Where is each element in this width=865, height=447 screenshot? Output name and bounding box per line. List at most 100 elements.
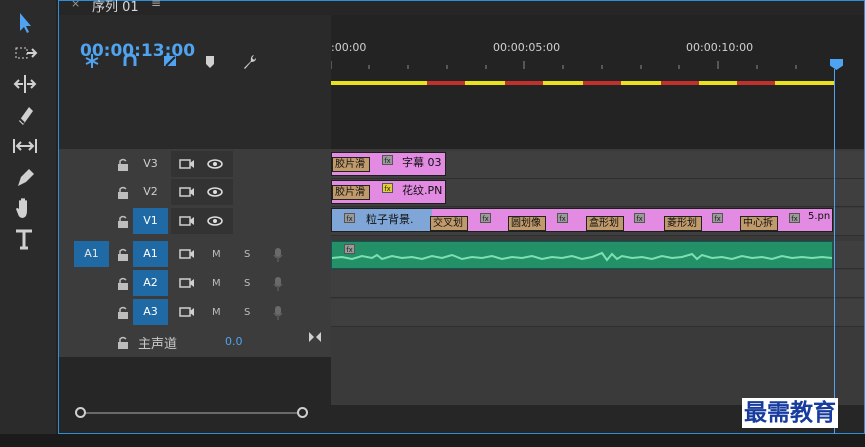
ruler-label: 00:00:05:00 [493, 41, 561, 54]
track-headers: V3 V2 V1 A1 A1 M S A2 M S A3 M S 主声道 0.0 [59, 149, 331, 357]
eye-icon[interactable] [207, 187, 223, 197]
mute-button[interactable]: M [212, 307, 221, 318]
track-header-v3: V3 [59, 151, 331, 179]
solo-button[interactable]: S [244, 278, 250, 289]
clip-v1[interactable]: fx 粒子背景. 交叉划 fx 圆划像 fx 盒形划 fx 菱形划 fx 中心拆… [331, 208, 833, 232]
ripple-edit-tool-icon[interactable] [10, 71, 40, 97]
scrollbar-left-handle[interactable] [75, 407, 86, 418]
lock-icon[interactable] [117, 305, 131, 321]
fx-badge: fx [712, 213, 723, 223]
tab-close-icon[interactable]: × [71, 0, 80, 10]
lock-icon[interactable] [117, 276, 131, 292]
tab-menu-icon[interactable]: ≡ [151, 0, 161, 10]
snap-icon[interactable] [84, 53, 100, 69]
playhead-line [834, 69, 835, 435]
wrench-icon[interactable] [240, 53, 258, 71]
track-header-a1: A1 A1 M S [59, 241, 331, 269]
linked-selection-icon[interactable] [122, 53, 138, 69]
audio-waveform [332, 251, 832, 262]
track-label[interactable]: A3 [133, 299, 168, 325]
transition[interactable]: 圆划像 [508, 216, 546, 231]
clip-name: 字幕 03 [402, 156, 442, 169]
transition[interactable]: 菱形划 [664, 216, 702, 231]
transition[interactable]: 中心拆 [740, 216, 778, 231]
lock-icon[interactable] [117, 335, 131, 351]
lock-icon[interactable] [117, 157, 131, 173]
lock-icon[interactable] [117, 185, 131, 201]
ruler-ticks [331, 61, 797, 69]
marker-icon[interactable] [204, 55, 216, 69]
render-bar [331, 70, 834, 85]
ruler-label: :00:00 [331, 41, 367, 54]
clip-name: 5.pn [808, 211, 831, 222]
microphone-icon[interactable] [273, 305, 283, 321]
solo-button[interactable]: S [244, 307, 250, 318]
lock-icon[interactable] [117, 247, 131, 263]
track-header-a3: A3 M S [59, 299, 331, 327]
sync-lock-icon[interactable] [179, 186, 195, 198]
clip-a1[interactable]: fx [331, 241, 833, 269]
track-controls [171, 151, 233, 177]
go-to-out-icon[interactable] [308, 331, 322, 343]
transition[interactable]: 交叉划 [430, 216, 468, 231]
bottom-bar [0, 434, 865, 447]
track-a3[interactable] [331, 299, 864, 327]
microphone-icon[interactable] [273, 247, 283, 263]
fx-badge: fx [480, 213, 491, 223]
sync-lock-icon[interactable] [179, 158, 195, 170]
master-track-label: 主声道 [138, 337, 178, 352]
source-patch-a1[interactable]: A1 [74, 241, 109, 267]
fx-badge: fx [344, 213, 355, 223]
track-area[interactable]: 胶片滑 fx 字幕 03 胶片滑 fx 花纹.PN fx 粒子背景. 交叉划 f… [331, 149, 864, 419]
fx-badge: fx [382, 155, 393, 165]
transition[interactable]: 胶片滑 [332, 157, 370, 172]
lock-icon[interactable] [117, 214, 131, 230]
sync-lock-icon[interactable] [179, 277, 195, 289]
track-label[interactable]: V1 [133, 208, 168, 234]
sync-lock-icon[interactable] [179, 248, 195, 260]
master-volume-value[interactable]: 0.0 [225, 335, 243, 348]
timeline-panel: × 序列 01 ≡ 00:00:13:00 :00:00 00:00:05:00… [58, 0, 865, 435]
scrollbar-right-handle[interactable] [297, 407, 308, 418]
track-header-v1: V1 [59, 208, 331, 236]
mute-button[interactable]: M [212, 249, 221, 260]
track-controls [171, 179, 233, 205]
track-select-tool-icon[interactable] [10, 40, 40, 66]
transition[interactable]: 盒形划 [586, 216, 624, 231]
timeline-header: 00:00:13:00 [59, 15, 331, 149]
hand-tool-icon[interactable] [10, 195, 40, 221]
time-ruler[interactable]: :00:00 00:00:05:00 00:00:10:00 [331, 15, 864, 149]
track-controls [171, 208, 233, 234]
slip-tool-icon[interactable] [10, 133, 40, 159]
add-marker-clip-icon[interactable] [162, 53, 178, 69]
clip-name: 花纹.PN [402, 184, 443, 197]
track-label[interactable]: V3 [133, 151, 168, 177]
eye-icon[interactable] [207, 216, 223, 226]
fx-badge: fx [634, 213, 645, 223]
pen-tool-icon[interactable] [10, 164, 40, 190]
selection-tool-icon[interactable] [10, 10, 40, 36]
watermark: 最需教育 [742, 398, 838, 428]
track-a2[interactable] [331, 270, 864, 298]
razor-tool-icon[interactable] [10, 102, 40, 128]
clip-v3[interactable]: 胶片滑 fx 字幕 03 [331, 152, 446, 176]
track-label[interactable]: V2 [133, 179, 168, 205]
microphone-icon[interactable] [273, 276, 283, 292]
transition[interactable]: 胶片滑 [332, 185, 370, 200]
sync-lock-icon[interactable] [179, 306, 195, 318]
track-header-master: 主声道 0.0 [59, 329, 331, 357]
mute-button[interactable]: M [212, 278, 221, 289]
tab-title[interactable]: 序列 01 [92, 0, 139, 15]
fx-badge: fx [557, 213, 568, 223]
sync-lock-icon[interactable] [179, 215, 195, 227]
fx-badge: fx [789, 213, 800, 223]
clip-v2[interactable]: 胶片滑 fx 花纹.PN [331, 180, 446, 204]
clip-name: 粒子背景. [366, 213, 414, 226]
sequence-tab[interactable]: × 序列 01 ≡ [59, 0, 864, 15]
track-label[interactable]: A2 [133, 270, 168, 296]
type-tool-icon[interactable] [10, 226, 40, 252]
solo-button[interactable]: S [244, 249, 250, 260]
track-label[interactable]: A1 [133, 241, 168, 267]
eye-icon[interactable] [207, 159, 223, 169]
ruler-label: 00:00:10:00 [686, 41, 754, 54]
